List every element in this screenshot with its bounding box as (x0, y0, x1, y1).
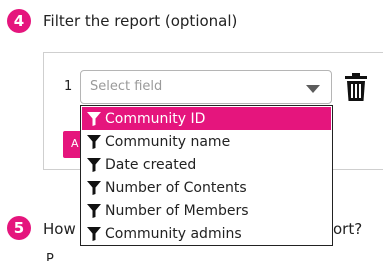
step-5-badge: 5 (7, 216, 31, 240)
dropdown-option-label: Community name (105, 133, 231, 150)
dropdown-option-label: Number of Contents (105, 179, 247, 196)
field-select[interactable]: Select field (80, 70, 332, 104)
dropdown-option-number-of-members[interactable]: Number of Members (82, 199, 331, 222)
dropdown-option-date-created[interactable]: Date created (82, 153, 331, 176)
filter-icon (87, 226, 101, 241)
add-filter-button-label: A (71, 137, 79, 150)
filter-row-number: 1 (64, 79, 73, 94)
step-5-cutoff-text: P (46, 252, 54, 261)
field-dropdown-list: Community ID Community name Date created… (80, 105, 333, 246)
filter-icon (87, 134, 101, 149)
step-5-number: 5 (13, 219, 25, 237)
trash-icon[interactable] (344, 72, 368, 102)
dropdown-option-community-admins[interactable]: Community admins (82, 222, 331, 245)
step-4-number: 4 (13, 12, 25, 30)
filter-icon (87, 157, 101, 172)
chevron-down-icon[interactable] (306, 85, 320, 93)
dropdown-option-label: Community ID (105, 110, 206, 127)
step-4-title: Filter the report (optional) (43, 12, 238, 30)
filter-icon (87, 203, 101, 218)
dropdown-option-community-name[interactable]: Community name (82, 130, 331, 153)
step-5-title-end: ort? (333, 220, 363, 238)
filter-icon (87, 111, 101, 126)
field-select-placeholder: Select field (90, 79, 163, 94)
dropdown-option-label: Date created (105, 156, 197, 173)
step-4-badge: 4 (7, 9, 31, 33)
dropdown-option-community-id[interactable]: Community ID (82, 107, 331, 130)
dropdown-option-label: Community admins (105, 225, 242, 242)
step-5-title-start: How (43, 220, 76, 238)
dropdown-option-label: Number of Members (105, 202, 249, 219)
dropdown-option-number-of-contents[interactable]: Number of Contents (82, 176, 331, 199)
filter-icon (87, 180, 101, 195)
